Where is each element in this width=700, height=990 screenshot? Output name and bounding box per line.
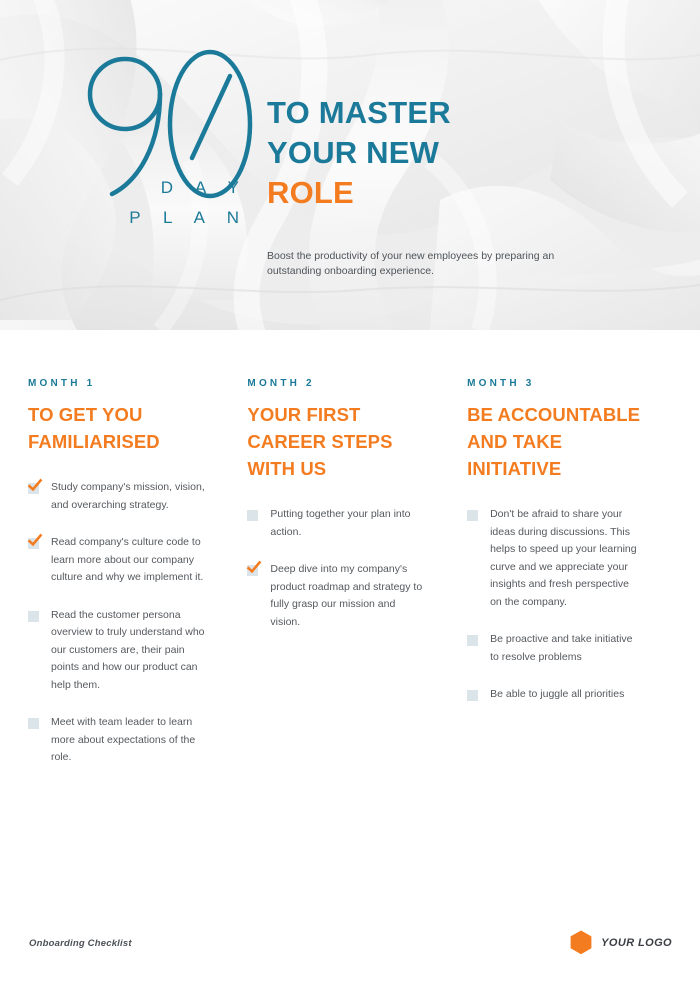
checkbox-unchecked[interactable] [467,635,479,646]
list-item-text: Putting together your plan into action. [270,508,411,538]
column-kicker: MONTH 2 [247,378,315,389]
checkbox-checked[interactable] [247,560,262,576]
checklist-items: Putting together your plan into action. … [247,506,427,631]
checklist-items: Study company's mission, vision, and ove… [27,478,212,767]
list-item[interactable]: Putting together your plan into action. [247,506,427,541]
checkbox-unchecked[interactable] [28,610,39,622]
list-item[interactable]: Be proactive and take initiative to reso… [467,631,642,666]
column-title: YOUR FIRST CAREER STEPS WITH US [247,404,393,479]
list-item-text: Study company's mission, vision, and ove… [51,481,205,511]
list-item[interactable]: Study company's mission, vision, and ove… [27,478,212,514]
check-icon [27,533,43,547]
list-item-text: Don't be afraid to share your ideas duri… [490,508,637,608]
column-title: TO GET YOU FAMILIARISED [28,404,160,452]
hero-subtitle: Boost the productivity of your new emplo… [267,250,555,277]
list-item[interactable]: Don't be afraid to share your ideas duri… [467,506,642,611]
logo-subtext-plan: P L A N [129,208,248,227]
list-item[interactable]: Meet with team leader to learn more abou… [28,714,212,767]
checklist-items: Don't be afraid to share your ideas duri… [467,506,642,704]
column-month-1: MONTH 1 TO GET YOU FAMILIARISED Study co… [27,378,242,787]
checkbox-unchecked[interactable] [247,510,259,521]
checkbox-checked[interactable] [27,533,43,549]
column-kicker: MONTH 1 [28,378,96,389]
list-item[interactable]: Deep dive into my company's product road… [247,560,427,631]
checkbox-unchecked[interactable] [28,718,39,729]
list-item-text: Be proactive and take initiative to reso… [490,633,633,663]
hero-header: D A Y P L A N TO MASTER YOUR NEW ROLE Bo… [0,0,700,330]
column-month-2: MONTH 2 YOUR FIRST CAREER STEPS WITH US … [242,378,457,787]
logo-subtext-day: D A Y [160,178,248,197]
checkbox-unchecked[interactable] [467,690,479,701]
title-line-2: YOUR NEW [267,135,440,170]
list-item-text: Read the customer persona overview to tr… [51,608,205,691]
list-item-text: Be able to juggle all priorities [490,688,625,700]
brand-label: YOUR LOGO [601,936,672,949]
list-item[interactable]: Read the customer persona overview to tr… [28,607,212,695]
checkbox-unchecked[interactable] [467,510,479,521]
column-kicker: MONTH 3 [467,378,535,389]
checklist-columns: MONTH 1 TO GET YOU FAMILIARISED Study co… [0,330,700,787]
column-title: BE ACCOUNTABLE AND TAKE INITIATIVE [467,404,641,479]
hexagon-icon [570,930,592,955]
list-item[interactable]: Read company's culture code to learn mor… [27,533,212,587]
check-icon [27,478,43,492]
list-item-text: Read company's culture code to learn mor… [51,536,204,583]
check-icon [247,560,262,574]
brand-lockup[interactable]: YOUR LOGO [570,930,672,955]
footer: Onboarding Checklist YOUR LOGO [0,900,700,990]
title-line-3: ROLE [267,175,354,210]
footer-note: Onboarding Checklist [29,938,132,949]
list-item-text: Meet with team leader to learn more abou… [51,716,196,763]
list-item-text: Deep dive into my company's product road… [270,563,423,628]
title-line-1: TO MASTER [267,95,451,130]
poster-page: D A Y P L A N TO MASTER YOUR NEW ROLE Bo… [0,0,700,990]
checkbox-checked[interactable] [27,478,43,494]
list-item[interactable]: Be able to juggle all priorities [467,686,642,704]
column-month-3: MONTH 3 BE ACCOUNTABLE AND TAKE INITIATI… [457,378,672,787]
page-title: TO MASTER YOUR NEW ROLE [267,93,667,213]
